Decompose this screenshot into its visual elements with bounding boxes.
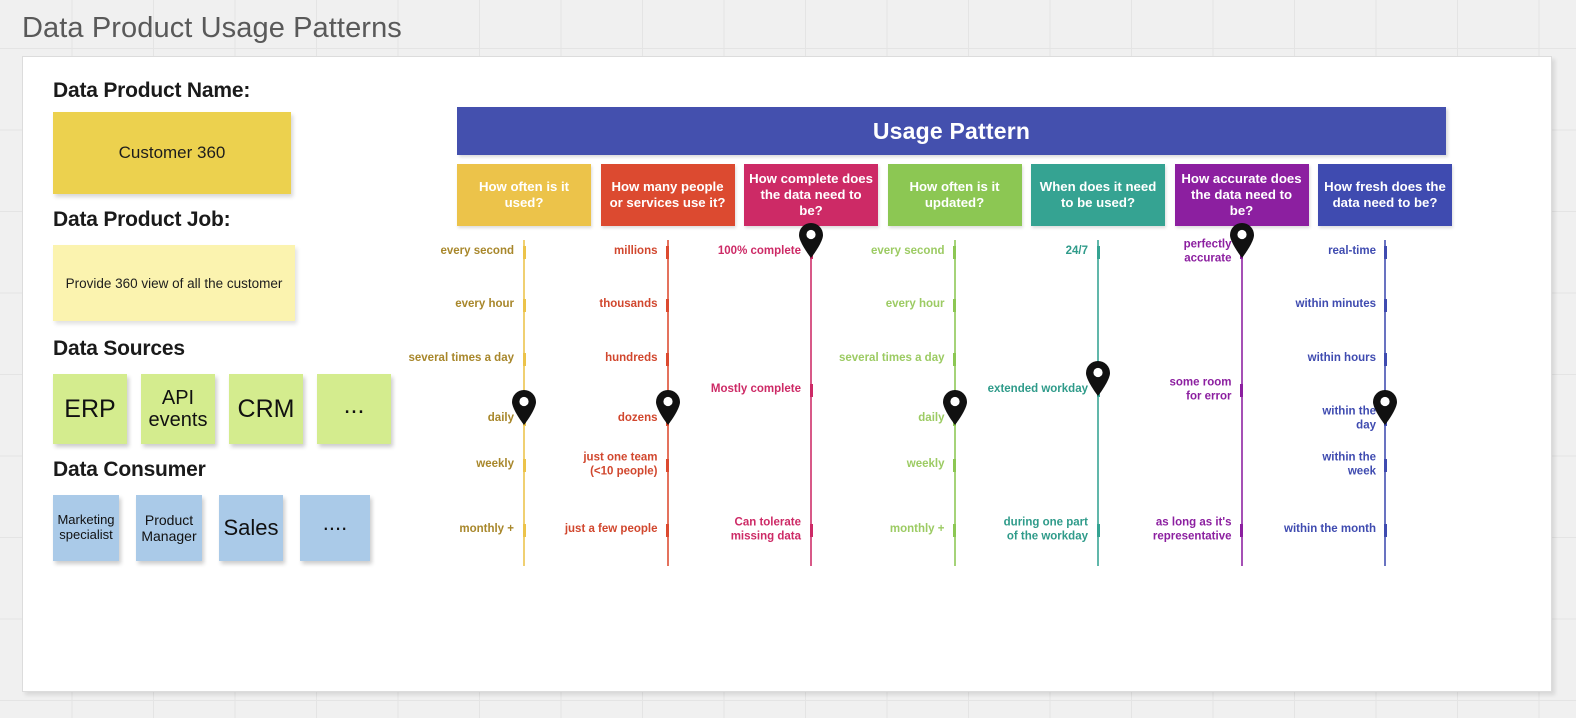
data-source-note[interactable]: CRM bbox=[229, 374, 303, 444]
scale-label[interactable]: hundreds bbox=[508, 352, 657, 366]
usage-column: How often is it updated? every second ever… bbox=[839, 164, 1022, 566]
scale-label[interactable]: as long as it's representative bbox=[1082, 516, 1232, 543]
column-axis: real-time within minutes within hours withi… bbox=[1284, 240, 1452, 566]
scale-label[interactable]: 24/7 bbox=[938, 245, 1088, 259]
scale-label[interactable]: during one part of the workday bbox=[938, 516, 1088, 543]
selection-pin-icon[interactable] bbox=[1371, 389, 1399, 425]
usage-pattern-columns: How often is it used? every second every h… bbox=[409, 164, 1517, 566]
page-title: Data Product Usage Patterns bbox=[22, 12, 402, 44]
scale-label[interactable]: every second bbox=[364, 245, 514, 259]
axis-tick bbox=[809, 384, 813, 397]
axis-line bbox=[810, 240, 812, 566]
axis-tick bbox=[1383, 246, 1387, 259]
scale-label[interactable]: weekly bbox=[364, 458, 514, 472]
axis-tick bbox=[1383, 353, 1387, 366]
axis-tick bbox=[1383, 299, 1387, 312]
column-header[interactable]: How complete does the data need to be? bbox=[744, 164, 878, 226]
scale-label[interactable]: within hours bbox=[1226, 352, 1376, 366]
canvas-card: Data Product Name: Customer 360 Data Pro… bbox=[22, 56, 1552, 692]
axis-tick bbox=[666, 353, 669, 366]
column-header[interactable]: How fresh does the data need to be? bbox=[1318, 164, 1452, 226]
axis-tick bbox=[953, 353, 956, 366]
axis-line bbox=[1240, 240, 1243, 566]
scale-label[interactable]: monthly + bbox=[795, 523, 945, 537]
axis-tick bbox=[666, 459, 669, 472]
usage-pattern-chart: Usage Pattern How often is it used? every… bbox=[409, 107, 1517, 566]
product-name-heading: Data Product Name: bbox=[53, 79, 251, 102]
column-header[interactable]: How many people or services use it? bbox=[600, 164, 735, 226]
scale-label[interactable]: dozens bbox=[508, 412, 658, 426]
product-job-note[interactable]: Provide 360 view of all the customer bbox=[53, 245, 295, 321]
scale-label[interactable]: within the month bbox=[1226, 523, 1376, 537]
column-axis: 100% complete Mostly complete Can tolerate… bbox=[711, 223, 878, 566]
scale-label[interactable]: daily bbox=[364, 412, 514, 426]
product-job-heading: Data Product Job: bbox=[53, 208, 231, 231]
scale-label[interactable]: every second bbox=[795, 245, 945, 259]
column-axis: every second every hour several times a da… bbox=[409, 240, 591, 566]
left-panel: Data Product Name: Customer 360 Data Pro… bbox=[53, 79, 433, 561]
scale-label[interactable]: Mostly complete bbox=[651, 383, 801, 397]
data-consumer-note[interactable]: Product Manager bbox=[136, 495, 202, 561]
scale-label[interactable]: monthly + bbox=[364, 523, 514, 537]
usage-pattern-banner: Usage Pattern bbox=[457, 107, 1446, 155]
scale-label[interactable]: 100% complete bbox=[651, 245, 801, 259]
scale-label[interactable]: within the week bbox=[1226, 451, 1376, 478]
column-axis: perfectly accurate some room for error as … bbox=[1153, 223, 1309, 566]
usage-column: How many people or services use it? milli… bbox=[565, 164, 735, 566]
data-source-note[interactable]: ERP bbox=[53, 374, 127, 444]
scale-label[interactable]: every hour bbox=[795, 298, 945, 312]
scale-label[interactable]: just a few people bbox=[508, 523, 658, 537]
scale-label[interactable]: some room for error bbox=[1082, 376, 1232, 403]
data-consumer-note[interactable]: .... bbox=[300, 495, 370, 561]
column-header[interactable]: How often is it used? bbox=[457, 164, 591, 226]
column-header[interactable]: How accurate does the data need to be? bbox=[1174, 164, 1309, 226]
column-header[interactable]: When does it need to be used? bbox=[1031, 164, 1165, 226]
scale-label[interactable]: several times a day bbox=[364, 352, 515, 366]
scale-label[interactable]: perfectly accurate bbox=[1082, 238, 1232, 265]
axis-tick bbox=[953, 459, 956, 472]
scale-label[interactable]: just one team (<10 people) bbox=[508, 451, 657, 478]
scale-label[interactable]: daily bbox=[795, 412, 944, 426]
scale-label[interactable]: extended workday bbox=[938, 383, 1088, 397]
scale-label[interactable]: thousands bbox=[508, 298, 657, 312]
data-source-note[interactable]: ... bbox=[317, 374, 391, 444]
axis-tick bbox=[953, 299, 956, 312]
axis-tick bbox=[1240, 384, 1243, 397]
scale-label[interactable]: Can tolerate missing data bbox=[651, 516, 801, 543]
axis-tick bbox=[666, 299, 669, 312]
scale-label[interactable]: several times a day bbox=[795, 352, 945, 366]
data-consumer-note[interactable]: Sales bbox=[219, 495, 283, 561]
usage-column: How fresh does the data need to be? real-… bbox=[1284, 164, 1452, 566]
scale-label[interactable]: weekly bbox=[795, 458, 945, 472]
data-sources-row: ERP API events CRM ... bbox=[53, 374, 433, 444]
scale-label[interactable]: millions bbox=[508, 245, 657, 259]
column-header[interactable]: How often is it updated? bbox=[887, 164, 1022, 226]
scale-label[interactable]: every hour bbox=[364, 298, 514, 312]
data-source-note[interactable]: API events bbox=[141, 374, 215, 444]
axis-tick bbox=[1383, 524, 1387, 537]
axis-tick bbox=[1383, 459, 1387, 472]
scale-label[interactable]: within minutes bbox=[1226, 298, 1377, 312]
scale-label[interactable]: real-time bbox=[1226, 245, 1376, 259]
data-consumer-note[interactable]: Marketing specialist bbox=[53, 495, 119, 561]
product-name-note[interactable]: Customer 360 bbox=[53, 112, 291, 194]
scale-label[interactable]: within the day bbox=[1226, 405, 1376, 432]
usage-column: When does it need to be used? 24/7 extende… bbox=[988, 164, 1165, 566]
